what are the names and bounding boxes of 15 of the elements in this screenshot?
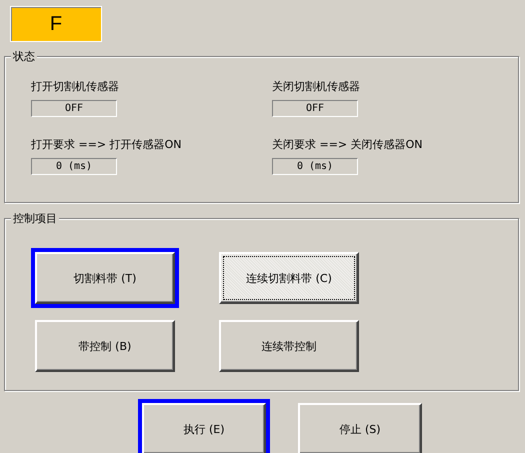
action-button[interactable]: 连续带控制 bbox=[219, 320, 359, 372]
group-title: 状态 bbox=[11, 49, 37, 64]
field-label: 打开要求 ==> 打开传感器ON bbox=[31, 137, 182, 152]
mode-indicator: F bbox=[10, 6, 102, 42]
value-display: 0 (ms) bbox=[272, 158, 358, 175]
action-button[interactable]: 带控制 (B) bbox=[35, 320, 175, 372]
value-display: OFF bbox=[272, 100, 358, 117]
field-label: 打开切割机传感器 bbox=[31, 79, 119, 94]
action-button[interactable]: 连续切割料带 (C) bbox=[219, 252, 359, 304]
value-display: 0 (ms) bbox=[31, 158, 117, 175]
group-title: 控制项目 bbox=[11, 211, 59, 226]
value-display: OFF bbox=[31, 100, 117, 117]
action-button[interactable]: 停止 (S) bbox=[298, 403, 422, 453]
field-label: 关闭切割机传感器 bbox=[272, 79, 360, 94]
field-label: 关闭要求 ==> 关闭传感器ON bbox=[272, 137, 423, 152]
